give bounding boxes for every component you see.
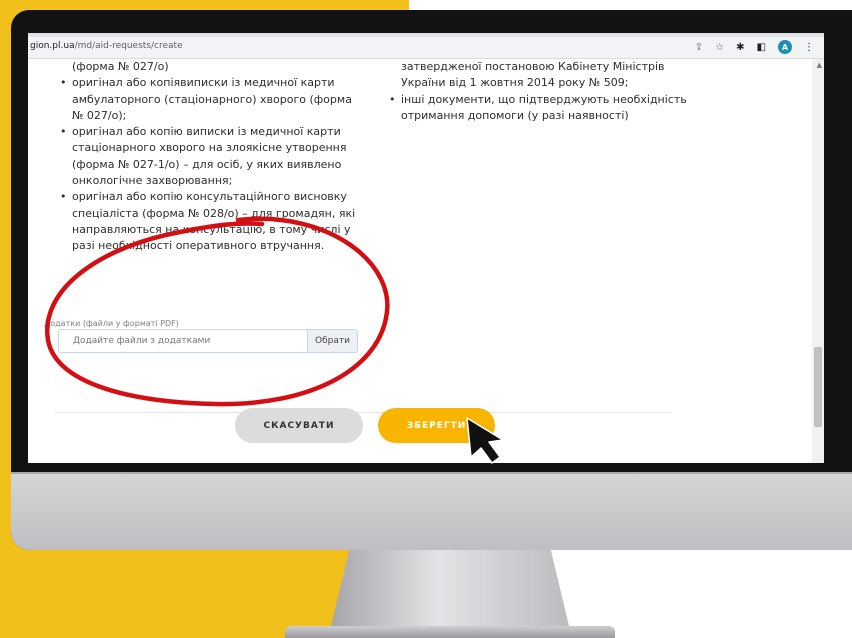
right-document-list: затвердженої постановою Кабінету Міністр… — [387, 59, 687, 124]
url-domain: gion.pl.ua — [30, 41, 75, 51]
monitor-chin — [11, 472, 852, 550]
browse-button[interactable]: Обрати — [307, 330, 357, 352]
star-icon[interactable]: ☆ — [715, 42, 724, 53]
file-upload-input[interactable] — [59, 330, 307, 352]
monitor-base — [285, 626, 615, 638]
monitor-chin-edge — [11, 472, 852, 474]
file-upload-group: Обрати — [58, 329, 358, 353]
list-item: (форма № 027/о) — [72, 60, 169, 73]
attachments-label: Додатки (файли у форматі PDF) — [44, 319, 179, 328]
share-icon[interactable]: ⇪ — [695, 42, 703, 53]
list-item: інші документи, що підтверджують необхід… — [387, 92, 687, 125]
list-item: оригінал або копію виписки із медичної к… — [58, 124, 358, 189]
list-item: оригінал або копіявиписки із медичної ка… — [58, 75, 358, 124]
cancel-button[interactable]: СКАСУВАТИ — [235, 408, 363, 443]
avatar[interactable]: A — [778, 40, 792, 54]
url-text[interactable]: gion.pl.ua/md/aid-requests/create — [30, 41, 183, 51]
list-item: оригінал або копію консультаційного висн… — [58, 189, 358, 254]
url-path: /md/aid-requests/create — [74, 41, 183, 51]
sidepanel-icon[interactable]: ◧ — [757, 42, 766, 53]
scrollbar-thumb[interactable] — [814, 347, 822, 427]
browser-window: gion.pl.ua/md/aid-requests/create ⇪ ☆ ✱ … — [28, 37, 824, 463]
menu-icon[interactable]: ⋮ — [804, 42, 814, 53]
scroll-up-icon[interactable]: ▲ — [817, 61, 822, 69]
page-content: (форма № 027/о) оригінал або копіявиписки… — [28, 59, 812, 463]
left-document-list: (форма № 027/о) оригінал або копіявиписки… — [58, 59, 358, 255]
address-bar[interactable]: gion.pl.ua/md/aid-requests/create ⇪ ☆ ✱ … — [28, 37, 824, 59]
browser-toolbar-icons: ⇪ ☆ ✱ ◧ A ⋮ — [695, 40, 814, 54]
save-button[interactable]: ЗБЕРЕГТИ — [378, 408, 495, 443]
section-divider — [55, 412, 672, 413]
extensions-icon[interactable]: ✱ — [736, 42, 744, 53]
list-item: затвердженої постановою Кабінету Міністр… — [401, 60, 665, 90]
monitor-stand — [330, 550, 570, 630]
